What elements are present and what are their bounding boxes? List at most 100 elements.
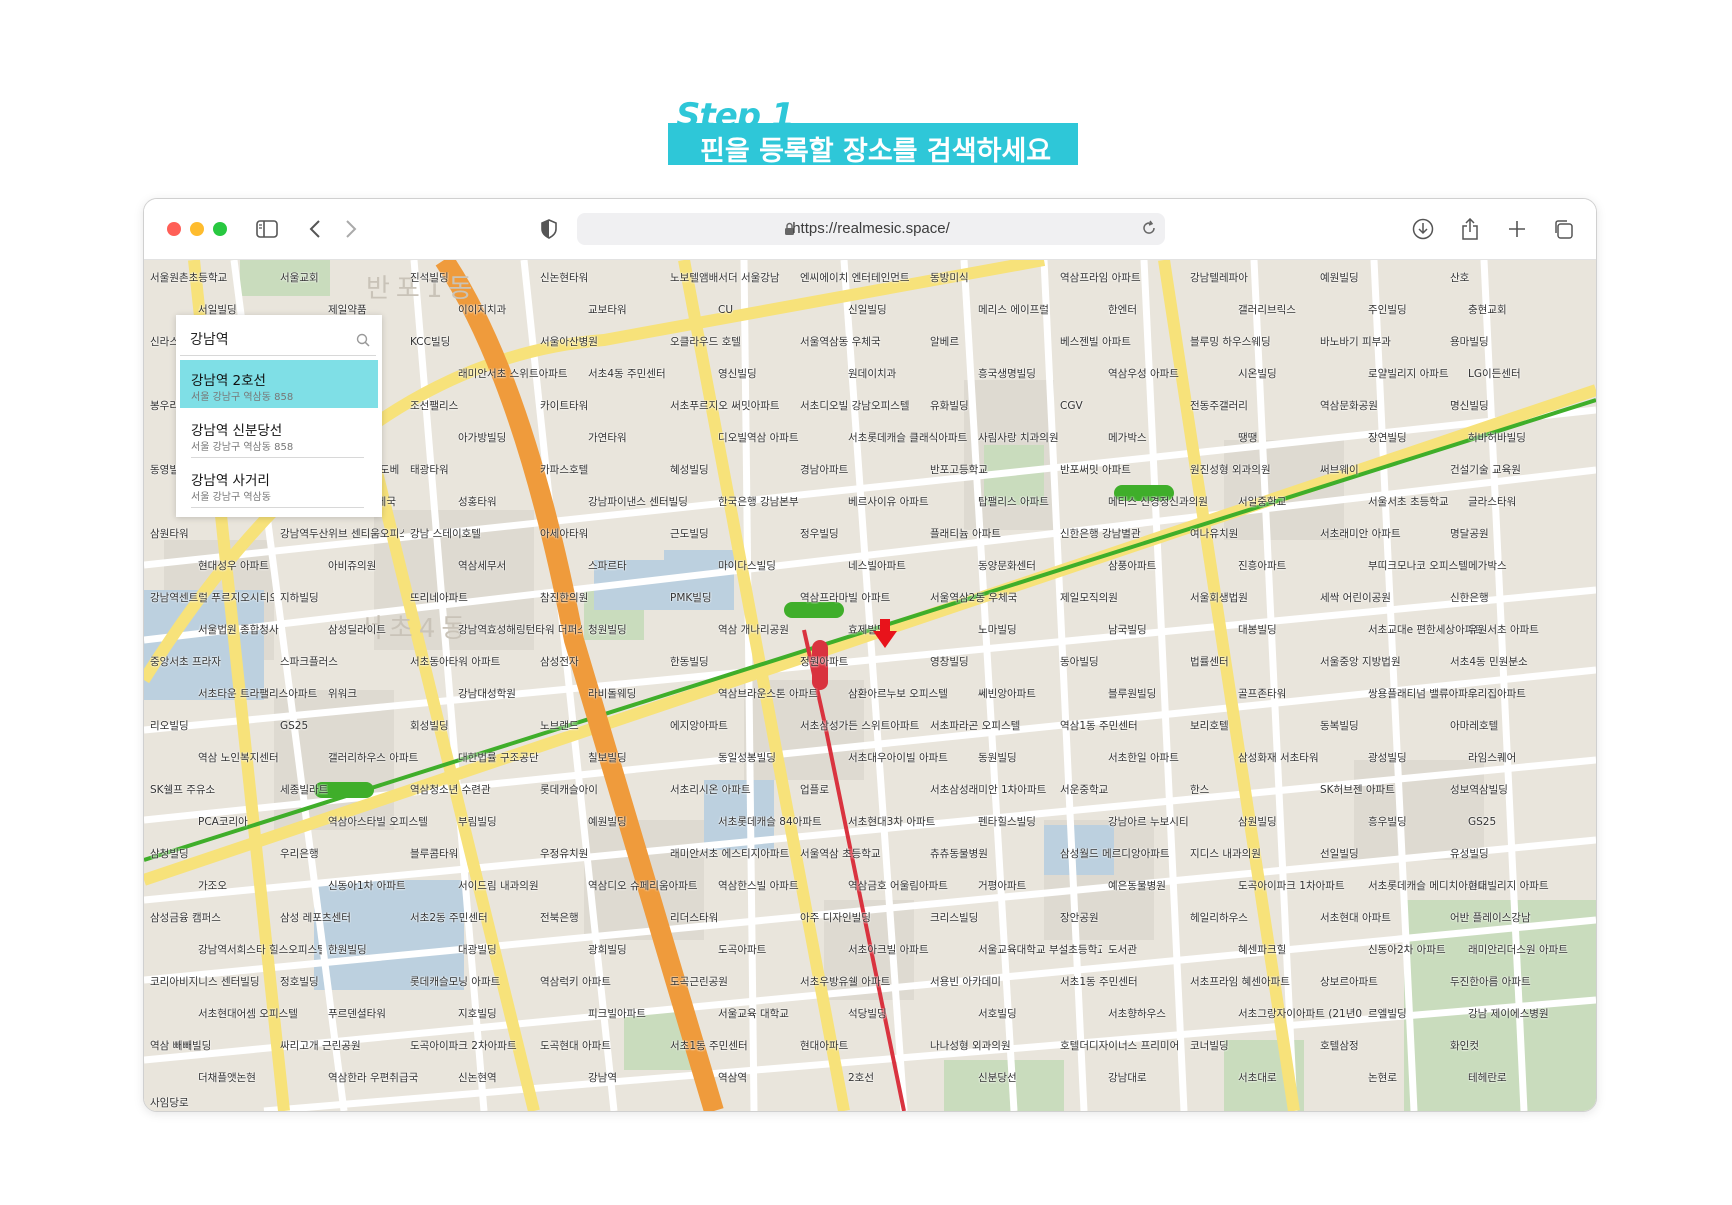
url-text: https://realmesic.space/: [792, 220, 950, 237]
map-place-label: 상보르아파트: [1320, 976, 1378, 988]
map-place-label: 에지앙아파트: [670, 720, 728, 732]
location-pin-icon[interactable]: [873, 619, 897, 649]
map-place-label: 신일빌딩: [848, 304, 887, 316]
map-place-label: 서울역삼 초등학교: [800, 848, 881, 860]
map-place-label: 예원빌딩: [1320, 272, 1359, 284]
map-place-label: 푸르덴셜타워: [328, 1008, 386, 1020]
map-place-label: 유성빌딩: [1450, 848, 1489, 860]
map-view[interactable]: 반포1동 서초4동 서울원촌초등학교 서울교회 진석빌딩 신논현타워 노보텔앰배서더 서…: [144, 260, 1596, 1111]
map-place-label: 강남역서희스타 힐스오피스텔: [198, 944, 322, 956]
map-place-label: 서초삼성래미안 1차아파트: [930, 784, 1047, 796]
map-place-label: 베르사이유 아파트: [848, 496, 929, 508]
map-place-label: 아주 디자인빌딩: [800, 912, 871, 924]
map-place-label: 삼풍아파트: [1108, 560, 1157, 572]
map-place-label: 세싹 어린이공원: [1320, 592, 1391, 604]
map-place-label: 경남아파트: [800, 464, 849, 476]
map-place-label: 골프존타워: [1238, 688, 1287, 700]
minimize-window-button[interactable]: [190, 222, 204, 236]
map-place-label: 삼환아르누보 오피스텔: [848, 688, 948, 700]
map-place-label: 삼원타워: [150, 528, 189, 540]
map-place-label: 부띠크모나코 오피스텔: [1368, 560, 1468, 572]
map-place-label: 한엔터: [1108, 304, 1137, 316]
map-place-label: 장연빌딩: [1368, 432, 1407, 444]
map-place-label: 한스: [1190, 784, 1210, 796]
map-place-label: 역삼럭키 아파트: [540, 976, 611, 988]
map-place-label: 서초삼성가든 스위트아파트: [800, 720, 920, 732]
map-place-label: 충현교회: [1468, 304, 1507, 316]
map-place-label: 참진한의원: [540, 592, 589, 604]
map-place-label: 역삼1동 주민센터: [1060, 720, 1138, 732]
map-place-label: 강남역두산위브 센티움오피스텔: [280, 528, 404, 540]
map-place-label: 시온빌딩: [1238, 368, 1277, 380]
step-subtitle: 핀을 등록할 장소를 검색하세요: [700, 136, 1052, 167]
map-place-label: 삼청빌딩: [150, 848, 189, 860]
map-place-label: 베스젠빌 아파트: [1060, 336, 1131, 348]
map-place-label: 역삼한스빌 아파트: [718, 880, 799, 892]
privacy-shield-icon[interactable]: [536, 216, 562, 242]
map-place-label: 법률센터: [1190, 656, 1229, 668]
map-place-label: 스파크플러스: [280, 656, 338, 668]
map-place-label: 현대성우 아파트: [198, 560, 269, 572]
map-place-label: 서초그랑자이아파트 (21년06월예정): [1238, 1008, 1362, 1020]
map-place-label: 코너빌딩: [1190, 1040, 1229, 1052]
map-place-label: 서초현대3차 아파트: [848, 816, 936, 828]
maximize-window-button[interactable]: [213, 222, 227, 236]
map-place-label: 메가박스: [1468, 560, 1507, 572]
map-place-label: 갤러리하우스 아파트: [328, 752, 419, 764]
sidebar-toggle-icon[interactable]: [254, 216, 280, 242]
map-place-label: KCC빌딩: [410, 336, 451, 348]
map-place-label: 원데이치과: [848, 368, 897, 380]
map-place-label: 피크빌아파트: [588, 1008, 646, 1020]
back-icon[interactable]: [302, 216, 328, 242]
map-place-label: 중앙서초 프라자: [150, 656, 221, 668]
search-icon[interactable]: [356, 333, 370, 347]
map-place-label: 서초4동 민원분소: [1450, 656, 1528, 668]
search-result-item[interactable]: 강남역 사거리 서울 강남구 역삼동: [180, 460, 378, 508]
map-place-label: 조선팰리스: [410, 400, 459, 412]
browser-toolbar: https://realmesic.space/: [144, 199, 1596, 260]
map-place-label: LG이든센터: [1468, 368, 1521, 380]
map-place-label: 반포써밋 아파트: [1060, 464, 1131, 476]
search-input[interactable]: [190, 331, 340, 347]
close-window-button[interactable]: [167, 222, 181, 236]
map-place-label: 서초동아타워 아파트: [410, 656, 501, 668]
map-place-label: 장안공원: [1060, 912, 1099, 924]
map-place-label: 네스빌아파트: [848, 560, 906, 572]
map-place-label: 강남역센트럴 푸르지오시티오피스텔: [150, 592, 274, 604]
map-place-label: 서초파라곤 오피스텔: [930, 720, 1021, 732]
map-place-label: 디오빌역삼 아파트: [718, 432, 799, 444]
map-place-label: 메리스 에이프럴: [978, 304, 1049, 316]
map-place-label: 서울교육 대학교: [718, 1008, 789, 1020]
map-place-label: SK허브젠 아파트: [1320, 784, 1395, 796]
map-place-label: 호텔더디자이너스 프리미어: [1060, 1040, 1180, 1052]
map-place-label: 역삼프라임 아파트: [1060, 272, 1141, 284]
share-icon[interactable]: [1457, 216, 1483, 242]
map-place-label: 삼성 레포츠센터: [280, 912, 351, 924]
browser-window: https://realmesic.space/ 반포1동 서초4동 서울원촌초…: [143, 198, 1597, 1112]
map-place-label: 알베르: [930, 336, 959, 348]
address-bar[interactable]: https://realmesic.space/: [577, 213, 1165, 245]
map-place-label: 산호: [1450, 272, 1470, 284]
search-result-item[interactable]: 강남역 2호선 서울 강남구 역삼동 858: [180, 360, 378, 408]
forward-icon[interactable]: [338, 216, 364, 242]
map-place-label: 서울역삼동 우체국: [800, 336, 881, 348]
map-place-label: 서울교육대학교 부설초등학교: [978, 944, 1102, 956]
map-place-label: 서초교대e 편한세상아파트: [1368, 624, 1485, 636]
map-place-label: 나나성형 외과의원: [930, 1040, 1011, 1052]
tab-overview-icon[interactable]: [1550, 216, 1576, 242]
map-place-label: 역삼우성 아파트: [1108, 368, 1179, 380]
search-result-item[interactable]: 강남역 신분당선 서울 강남구 역삼동 858: [180, 410, 378, 458]
map-place-label: 서초롯데캐슬 클래식아파트: [848, 432, 968, 444]
new-tab-icon[interactable]: [1504, 216, 1530, 242]
download-icon[interactable]: [1410, 216, 1436, 242]
map-place-label: 두진한아름 아파트: [1450, 976, 1531, 988]
map-place-label: 사임당로: [150, 1097, 189, 1109]
map-place-label: PMK빌딩: [670, 592, 712, 604]
map-place-label: 위워크: [328, 688, 357, 700]
map-place-label: 도곡현대 아파트: [540, 1040, 611, 1052]
map-place-label: 어반 플레이스강남: [1450, 912, 1531, 924]
map-place-label: 2호선: [848, 1072, 875, 1084]
map-place-label: 한원빌딩: [328, 944, 367, 956]
reload-icon[interactable]: [1141, 220, 1157, 236]
map-place-label: 우리은행: [280, 848, 319, 860]
